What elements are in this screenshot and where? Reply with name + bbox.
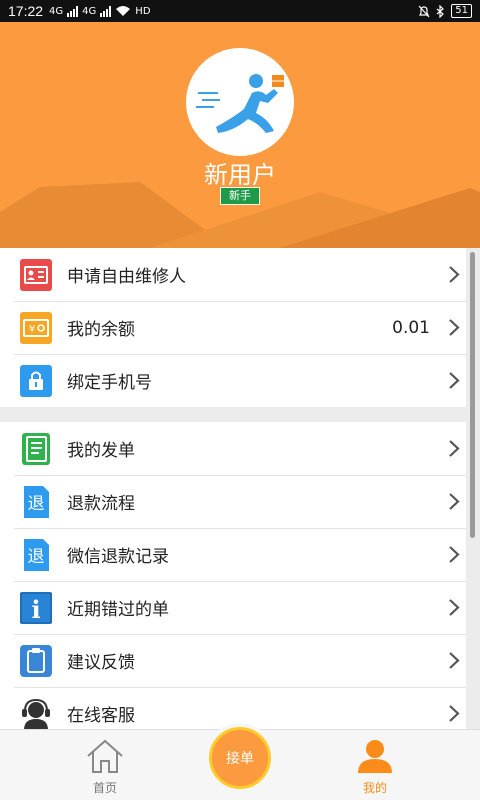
menu-label: 退款流程	[67, 494, 135, 514]
chevron-right-icon	[449, 546, 460, 563]
level-badge: 新手	[220, 187, 260, 205]
nav-home-tab[interactable]: 首页	[55, 738, 155, 796]
mute-bell-icon	[418, 5, 430, 17]
profile-header: 新用户 新手	[0, 22, 480, 248]
menu-item-wechat-refund-records[interactable]: 退 微信退款记录	[0, 528, 466, 581]
menu-label: 建议反馈	[67, 653, 135, 673]
battery-indicator: 51	[451, 4, 472, 18]
chevron-right-icon	[449, 652, 460, 669]
grab-order-button[interactable]: 接单	[209, 727, 271, 789]
menu-label: 微信退款记录	[67, 547, 169, 567]
menu-label: 在线客服	[67, 706, 135, 726]
chevron-right-icon	[449, 705, 460, 722]
menu-label: 我的发单	[67, 441, 135, 461]
headset-icon	[19, 697, 53, 731]
hd-indicator: HD	[135, 5, 151, 17]
chevron-right-icon	[449, 493, 460, 510]
chevron-right-icon	[449, 372, 460, 389]
wifi-icon	[116, 6, 131, 16]
svg-text:退: 退	[28, 547, 45, 567]
svg-text:¥: ¥	[29, 324, 35, 335]
menu-label: 近期错过的单	[67, 600, 169, 620]
signal-icon	[67, 5, 79, 17]
money-icon: ¥	[19, 311, 53, 345]
network-type-1: 4G	[49, 5, 64, 17]
menu-item-refund-process[interactable]: 退 退款流程	[0, 475, 466, 528]
scrollbar[interactable]	[470, 252, 475, 538]
nav-home-label: 首页	[92, 781, 117, 795]
svg-text:i: i	[31, 595, 40, 624]
username: 新用户	[204, 161, 276, 189]
menu-item-feedback[interactable]: 建议反馈	[0, 634, 466, 687]
id-card-icon	[19, 258, 53, 292]
menu-group-orders: 我的发单 退 退款流程 退 微信退款记录 i 近期错过的单 建议反馈 在线客服	[0, 422, 466, 740]
status-right-icons: 51	[418, 4, 472, 18]
home-icon	[87, 739, 123, 773]
menu-item-missed-orders[interactable]: i 近期错过的单	[0, 581, 466, 634]
menu-item-bind-phone[interactable]: 绑定手机号	[0, 354, 466, 407]
signal-icon-2	[100, 5, 112, 17]
status-left-icons: 4G 4G HD	[49, 5, 151, 17]
menu-label: 我的余额	[67, 320, 135, 340]
avatar[interactable]	[186, 48, 294, 156]
bluetooth-icon	[436, 4, 445, 18]
status-bar: 17:22 4G 4G HD 51	[0, 0, 480, 22]
network-type-2: 4G	[82, 5, 97, 17]
menu-item-apply-repairer[interactable]: 申请自由维修人	[0, 248, 466, 301]
info-icon: i	[19, 591, 53, 625]
menu-item-balance[interactable]: ¥ 我的余额 0.01	[0, 301, 466, 354]
svg-text:退: 退	[28, 494, 45, 514]
clipboard-icon	[19, 644, 53, 678]
menu-item-my-orders[interactable]: 我的发单	[0, 422, 466, 475]
menu-label: 申请自由维修人	[67, 267, 186, 287]
runner-logo-icon	[196, 74, 284, 133]
menu-label: 绑定手机号	[67, 373, 152, 393]
chevron-right-icon	[449, 440, 460, 457]
chevron-right-icon	[449, 266, 460, 283]
balance-value: 0.01	[392, 317, 430, 338]
status-time: 17:22	[8, 3, 44, 19]
refund-icon: 退	[19, 485, 53, 519]
lock-icon	[19, 364, 53, 398]
notebook-icon	[19, 432, 53, 466]
nav-mine-tab[interactable]: 我的	[325, 738, 425, 796]
refund-record-icon: 退	[19, 538, 53, 572]
chevron-right-icon	[449, 599, 460, 616]
nav-mine-label: 我的	[362, 781, 387, 795]
menu-group-account: 申请自由维修人 ¥ 我的余额 0.01 绑定手机号	[0, 248, 466, 407]
user-icon	[358, 740, 392, 773]
chevron-right-icon	[449, 319, 460, 336]
